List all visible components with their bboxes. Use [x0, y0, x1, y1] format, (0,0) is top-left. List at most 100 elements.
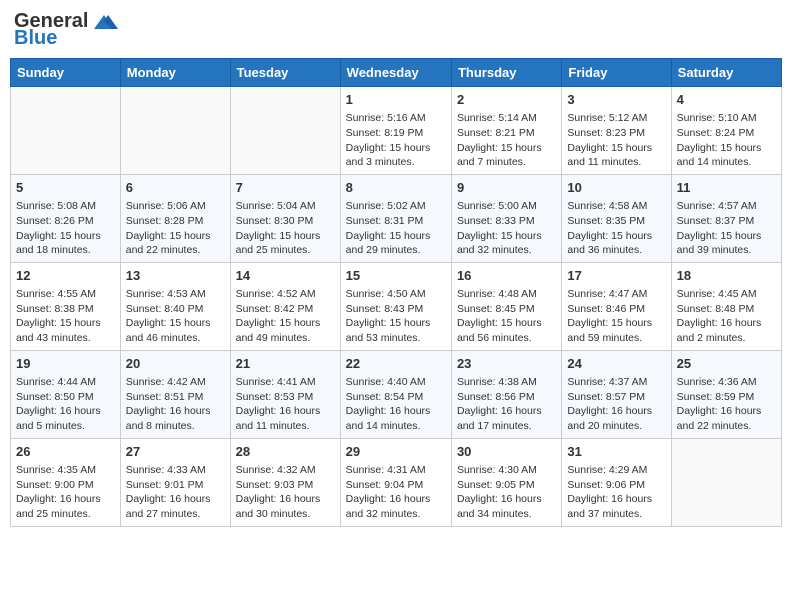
day-of-week-header: Saturday — [671, 59, 781, 87]
day-of-week-header: Monday — [120, 59, 230, 87]
calendar-cell: 5 Sunrise: 5:08 AM Sunset: 8:26 PM Daylig… — [11, 174, 121, 262]
calendar-cell: 15 Sunrise: 4:50 AM Sunset: 8:43 PM Dayli… — [340, 262, 451, 350]
calendar-cell: 12 Sunrise: 4:55 AM Sunset: 8:38 PM Dayli… — [11, 262, 121, 350]
day-info: Sunrise: 4:36 AM Sunset: 8:59 PM Dayligh… — [677, 375, 776, 434]
day-number: 9 — [457, 179, 556, 197]
day-number: 25 — [677, 355, 776, 373]
day-info: Sunrise: 4:57 AM Sunset: 8:37 PM Dayligh… — [677, 199, 776, 258]
calendar-cell: 7Sunrise: 5:04 AM Sunset: 8:30 PM Daylig… — [230, 174, 340, 262]
calendar-header-row: SundayMondayTuesdayWednesdayThursdayFrid… — [11, 59, 782, 87]
calendar-cell: 24 Sunrise: 4:37 AM Sunset: 8:57 PM Dayli… — [562, 350, 671, 438]
logo-blue-text: Blue — [14, 27, 57, 50]
calendar-cell: 3 Sunrise: 5:12 AM Sunset: 8:23 PM Daylig… — [562, 87, 671, 175]
day-info: Sunrise: 4:30 AM Sunset: 9:05 PM Dayligh… — [457, 463, 556, 522]
day-info: Sunrise: 4:52 AM Sunset: 8:42 PM Dayligh… — [236, 287, 335, 346]
day-number: 6 — [126, 179, 225, 197]
calendar-cell: 1 Sunrise: 5:16 AM Sunset: 8:19 PM Daylig… — [340, 87, 451, 175]
calendar-cell: 21Sunrise: 4:41 AM Sunset: 8:53 PM Dayli… — [230, 350, 340, 438]
calendar-cell: 13 Sunrise: 4:53 AM Sunset: 8:40 PM Dayli… — [120, 262, 230, 350]
calendar-cell: 4Sunrise: 5:10 AM Sunset: 8:24 PM Daylig… — [671, 87, 781, 175]
day-info: Sunrise: 5:04 AM Sunset: 8:30 PM Dayligh… — [236, 199, 335, 258]
calendar-cell: 2 Sunrise: 5:14 AM Sunset: 8:21 PM Daylig… — [451, 87, 561, 175]
day-number: 10 — [567, 179, 665, 197]
calendar-cell: 29Sunrise: 4:31 AM Sunset: 9:04 PM Dayli… — [340, 438, 451, 526]
calendar-cell: 26 Sunrise: 4:35 AM Sunset: 9:00 PM Dayli… — [11, 438, 121, 526]
day-number: 24 — [567, 355, 665, 373]
calendar-cell — [230, 87, 340, 175]
day-info: Sunrise: 5:00 AM Sunset: 8:33 PM Dayligh… — [457, 199, 556, 258]
day-info: Sunrise: 5:12 AM Sunset: 8:23 PM Dayligh… — [567, 111, 665, 170]
day-number: 16 — [457, 267, 556, 285]
day-number: 19 — [16, 355, 115, 373]
day-number: 20 — [126, 355, 225, 373]
day-number: 14 — [236, 267, 335, 285]
day-info: Sunrise: 4:35 AM Sunset: 9:00 PM Dayligh… — [16, 463, 115, 522]
day-info: Sunrise: 5:02 AM Sunset: 8:31 PM Dayligh… — [346, 199, 446, 258]
calendar-cell: 9 Sunrise: 5:00 AM Sunset: 8:33 PM Daylig… — [451, 174, 561, 262]
day-info: Sunrise: 4:55 AM Sunset: 8:38 PM Dayligh… — [16, 287, 115, 346]
calendar-cell: 6 Sunrise: 5:06 AM Sunset: 8:28 PM Daylig… — [120, 174, 230, 262]
day-number: 28 — [236, 443, 335, 461]
day-info: Sunrise: 4:40 AM Sunset: 8:54 PM Dayligh… — [346, 375, 446, 434]
calendar-cell: 22 Sunrise: 4:40 AM Sunset: 8:54 PM Dayli… — [340, 350, 451, 438]
day-info: Sunrise: 5:06 AM Sunset: 8:28 PM Dayligh… — [126, 199, 225, 258]
day-info: Sunrise: 5:16 AM Sunset: 8:19 PM Dayligh… — [346, 111, 446, 170]
day-info: Sunrise: 4:32 AM Sunset: 9:03 PM Dayligh… — [236, 463, 335, 522]
day-info: Sunrise: 4:50 AM Sunset: 8:43 PM Dayligh… — [346, 287, 446, 346]
day-number: 29 — [346, 443, 446, 461]
day-of-week-header: Sunday — [11, 59, 121, 87]
day-info: Sunrise: 4:33 AM Sunset: 9:01 PM Dayligh… — [126, 463, 225, 522]
day-number: 1 — [346, 91, 446, 109]
day-info: Sunrise: 4:48 AM Sunset: 8:45 PM Dayligh… — [457, 287, 556, 346]
day-number: 12 — [16, 267, 115, 285]
day-info: Sunrise: 5:08 AM Sunset: 8:26 PM Dayligh… — [16, 199, 115, 258]
day-number: 5 — [16, 179, 115, 197]
day-number: 18 — [677, 267, 776, 285]
calendar-cell: 30 Sunrise: 4:30 AM Sunset: 9:05 PM Dayli… — [451, 438, 561, 526]
day-of-week-header: Tuesday — [230, 59, 340, 87]
day-of-week-header: Friday — [562, 59, 671, 87]
calendar-cell: 16 Sunrise: 4:48 AM Sunset: 8:45 PM Dayli… — [451, 262, 561, 350]
calendar-week-row: 5 Sunrise: 5:08 AM Sunset: 8:26 PM Daylig… — [11, 174, 782, 262]
day-number: 8 — [346, 179, 446, 197]
day-number: 2 — [457, 91, 556, 109]
calendar-cell: 11Sunrise: 4:57 AM Sunset: 8:37 PM Dayli… — [671, 174, 781, 262]
calendar-cell: 25 Sunrise: 4:36 AM Sunset: 8:59 PM Dayli… — [671, 350, 781, 438]
calendar-cell: 17Sunrise: 4:47 AM Sunset: 8:46 PM Dayli… — [562, 262, 671, 350]
calendar-week-row: 1 Sunrise: 5:16 AM Sunset: 8:19 PM Daylig… — [11, 87, 782, 175]
calendar-week-row: 12 Sunrise: 4:55 AM Sunset: 8:38 PM Dayli… — [11, 262, 782, 350]
day-number: 27 — [126, 443, 225, 461]
logo-icon — [90, 11, 118, 33]
day-info: Sunrise: 4:44 AM Sunset: 8:50 PM Dayligh… — [16, 375, 115, 434]
day-number: 22 — [346, 355, 446, 373]
logo: General Blue — [14, 10, 118, 50]
day-number: 30 — [457, 443, 556, 461]
day-info: Sunrise: 4:58 AM Sunset: 8:35 PM Dayligh… — [567, 199, 665, 258]
calendar-cell: 19 Sunrise: 4:44 AM Sunset: 8:50 PM Dayli… — [11, 350, 121, 438]
calendar-week-row: 19 Sunrise: 4:44 AM Sunset: 8:50 PM Dayli… — [11, 350, 782, 438]
calendar-cell: 8 Sunrise: 5:02 AM Sunset: 8:31 PM Daylig… — [340, 174, 451, 262]
day-info: Sunrise: 5:10 AM Sunset: 8:24 PM Dayligh… — [677, 111, 776, 170]
day-info: Sunrise: 4:53 AM Sunset: 8:40 PM Dayligh… — [126, 287, 225, 346]
day-number: 23 — [457, 355, 556, 373]
calendar-week-row: 26 Sunrise: 4:35 AM Sunset: 9:00 PM Dayli… — [11, 438, 782, 526]
calendar-cell: 10 Sunrise: 4:58 AM Sunset: 8:35 PM Dayli… — [562, 174, 671, 262]
day-number: 21 — [236, 355, 335, 373]
day-number: 15 — [346, 267, 446, 285]
day-of-week-header: Wednesday — [340, 59, 451, 87]
calendar-cell: 20 Sunrise: 4:42 AM Sunset: 8:51 PM Dayli… — [120, 350, 230, 438]
day-info: Sunrise: 5:14 AM Sunset: 8:21 PM Dayligh… — [457, 111, 556, 170]
day-number: 26 — [16, 443, 115, 461]
calendar-cell: 14 Sunrise: 4:52 AM Sunset: 8:42 PM Dayli… — [230, 262, 340, 350]
day-number: 13 — [126, 267, 225, 285]
calendar-cell: 31Sunrise: 4:29 AM Sunset: 9:06 PM Dayli… — [562, 438, 671, 526]
page-header: General Blue — [10, 10, 782, 50]
day-number: 3 — [567, 91, 665, 109]
day-info: Sunrise: 4:37 AM Sunset: 8:57 PM Dayligh… — [567, 375, 665, 434]
day-info: Sunrise: 4:29 AM Sunset: 9:06 PM Dayligh… — [567, 463, 665, 522]
day-info: Sunrise: 4:38 AM Sunset: 8:56 PM Dayligh… — [457, 375, 556, 434]
calendar-cell: 18Sunrise: 4:45 AM Sunset: 8:48 PM Dayli… — [671, 262, 781, 350]
day-info: Sunrise: 4:42 AM Sunset: 8:51 PM Dayligh… — [126, 375, 225, 434]
calendar-cell — [120, 87, 230, 175]
calendar-cell: 27 Sunrise: 4:33 AM Sunset: 9:01 PM Dayli… — [120, 438, 230, 526]
